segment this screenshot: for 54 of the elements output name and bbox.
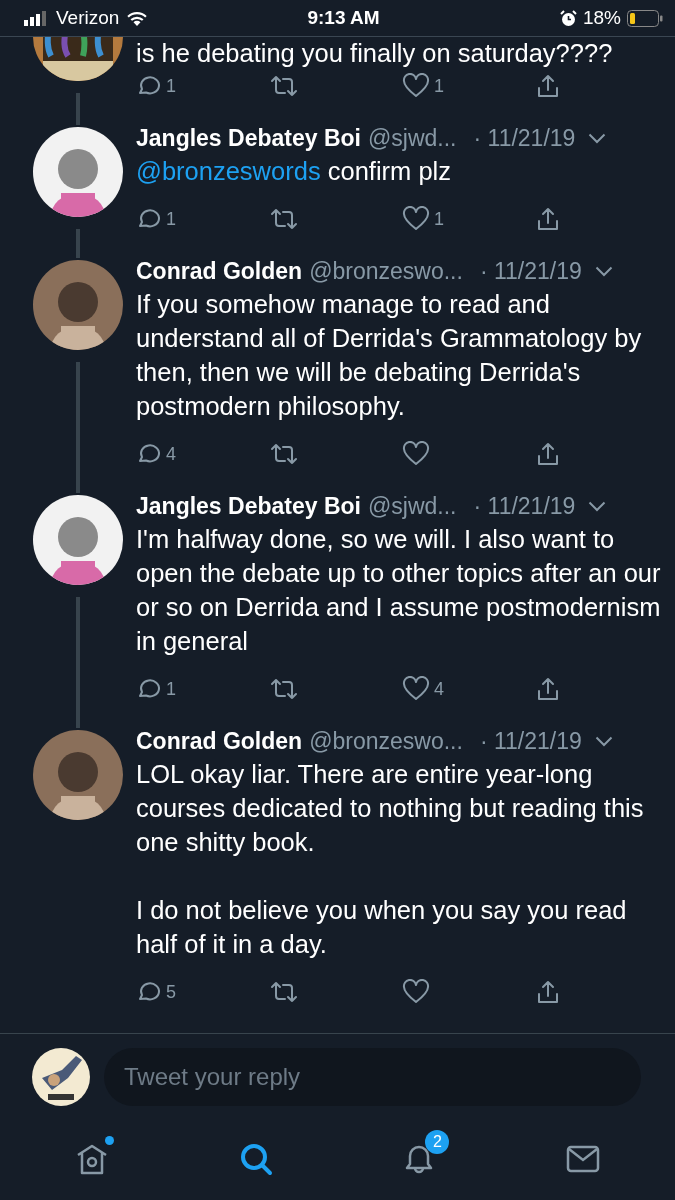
like-count: 1 [434,75,444,97]
heart-icon[interactable] [402,441,430,467]
tweet-text: I do not believe you when you say you read half of it in a day. [136,895,628,960]
share-icon[interactable] [535,441,561,467]
reply-count: 1 [166,75,176,97]
tweet-text: If you somehow manage to read and understand all of Derrida's Grammatology by then, then we will be debating Derrida's postmodern philosophy. [136,289,643,422]
author-handle: @bronzeswo... [309,728,463,755]
retweet-icon[interactable] [269,206,299,232]
reply-count: 4 [166,443,176,465]
author-name[interactable]: Jangles Debatey Boi [136,125,361,152]
chevron-down-icon[interactable] [594,266,613,277]
retweet-icon[interactable] [269,676,299,702]
reply-count: 1 [166,678,176,700]
retweet-icon[interactable] [269,73,299,99]
tweet-date: · 11/21/19 [473,125,576,152]
author-handle: @bronzeswo... [309,258,463,285]
author-name[interactable]: Conrad Golden [136,728,303,755]
tweet-text: LOL okay liar. There are entire year-long courses dedicated to nothing but reading this one shitty book. [136,759,645,858]
tweet-date: · 11/21/19 [479,728,582,755]
like-count: 4 [434,678,444,700]
tweet-date: · 11/21/19 [479,258,582,285]
reply-count: 1 [166,208,176,230]
heart-icon[interactable] [402,676,430,702]
share-icon[interactable] [535,676,561,702]
tweet-text: @bronzeswords confirm plz [136,156,452,187]
battery-percent: 18% [582,7,621,29]
mention-link[interactable]: @bronzeswords [136,157,321,185]
carrier-name: Verizon [56,7,120,29]
heart-icon[interactable] [402,206,430,232]
author-handle: @sjwd... [367,125,457,152]
author-name[interactable]: Jangles Debatey Boi [136,493,361,520]
reply-field[interactable]: Tweet your reply [104,1048,641,1106]
like-count: 1 [434,208,444,230]
author-handle: @sjwd... [367,493,457,520]
retweet-icon[interactable] [269,979,299,1005]
share-icon[interactable] [535,206,561,232]
tweet-text: I'm halfway done, so we will. I also want to open the debate up to other topics after an our or so on Derrida and I assume postmodernism in general [136,524,662,657]
heart-icon[interactable] [402,73,430,99]
share-icon[interactable] [535,979,561,1005]
author-name[interactable]: Conrad Golden [136,258,303,285]
search-icon [238,1142,273,1176]
notification-count: 2 [425,1130,450,1154]
battery-icon [627,9,663,27]
share-icon[interactable] [535,73,561,99]
tweet-date: · 11/21/19 [473,493,576,520]
heart-icon[interactable] [402,979,430,1005]
chevron-down-icon[interactable] [594,736,613,747]
reply-count: 5 [166,981,176,1003]
retweet-icon[interactable] [269,441,299,467]
chevron-down-icon[interactable] [588,501,607,512]
alarm-icon [559,9,577,27]
clock-time: 9:13 AM [307,7,380,29]
tweet-text: is he debating you finally on saturday???? [136,39,614,67]
chevron-down-icon[interactable] [588,133,607,144]
